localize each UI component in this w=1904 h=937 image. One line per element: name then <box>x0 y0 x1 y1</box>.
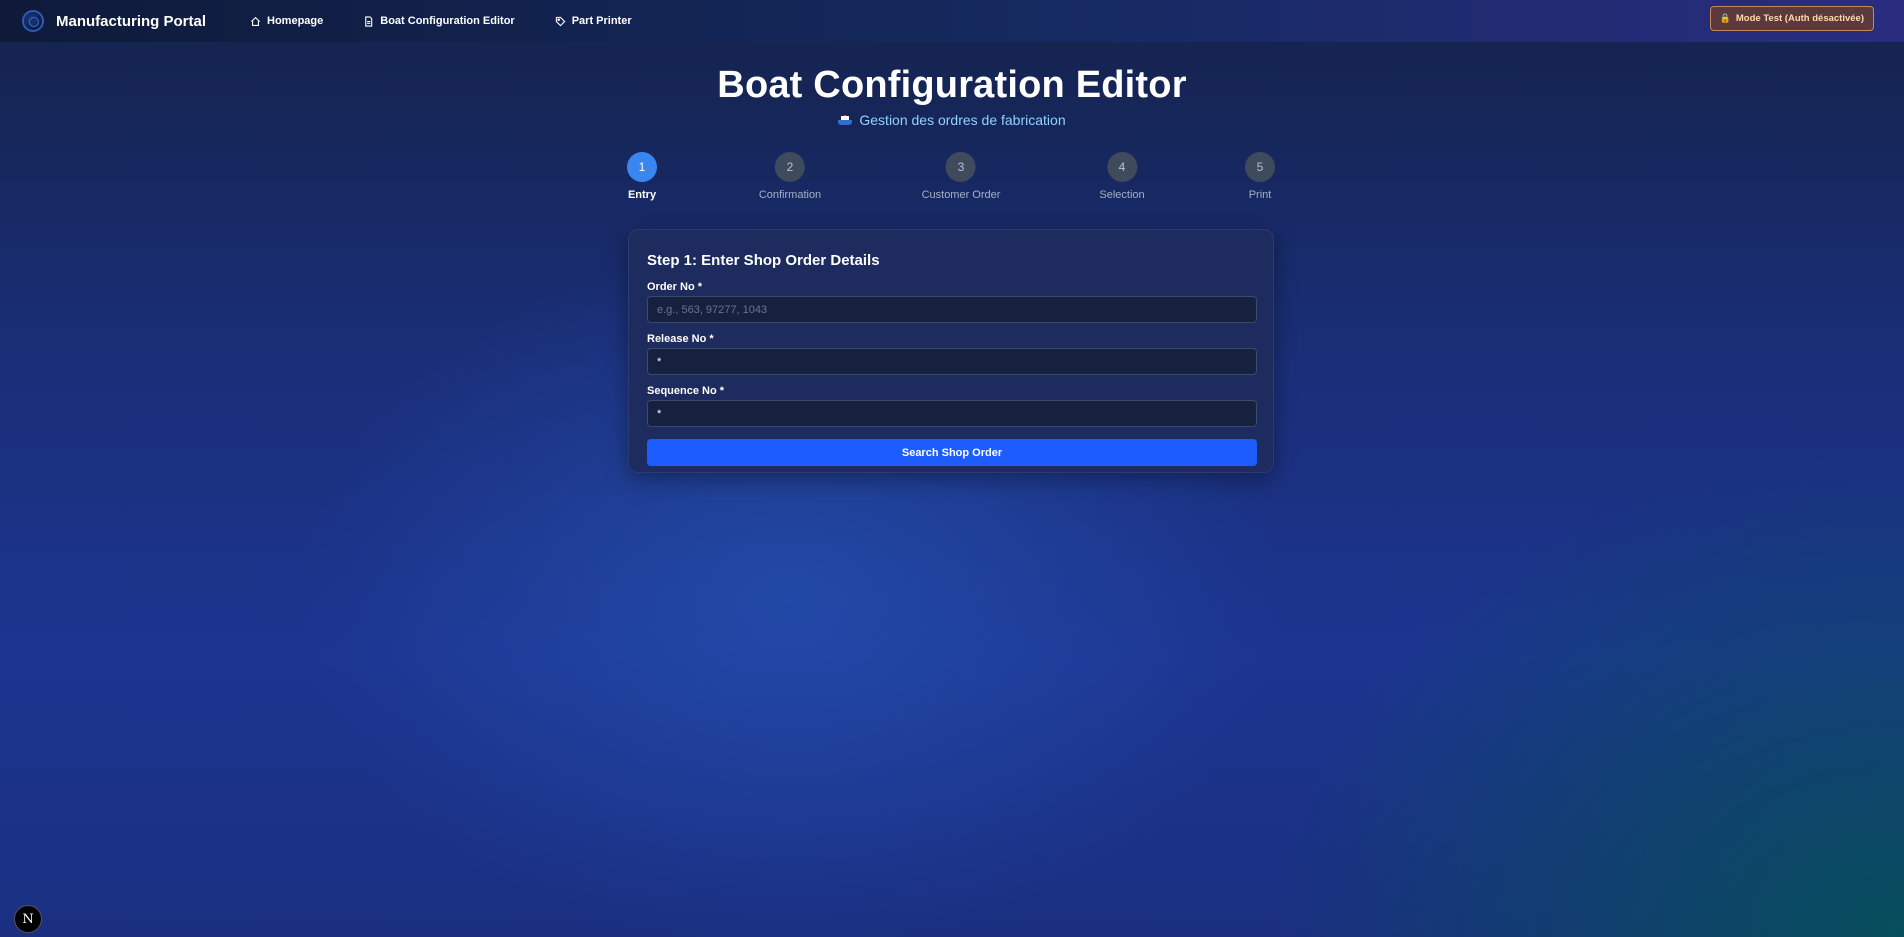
step-number: 3 <box>945 152 976 182</box>
nav-link-boat-config[interactable]: Boat Configuration Editor <box>363 15 515 27</box>
nextjs-dev-badge[interactable]: N <box>14 905 42 933</box>
sequence-no-label: Sequence No * <box>647 385 725 397</box>
brand[interactable]: Manufacturing Portal <box>22 10 206 32</box>
step-label: Confirmation <box>758 189 822 201</box>
step-label: Print <box>1248 189 1272 201</box>
search-shop-order-button[interactable]: Search Shop Order <box>647 439 1257 466</box>
page-subtitle: Gestion des ordres de fabrication <box>0 112 1904 128</box>
logo-icon <box>22 10 44 32</box>
mode-test-label: Mode Test (Auth désactivée) <box>1735 13 1864 24</box>
step-confirmation[interactable]: 2 Confirmation <box>759 152 821 201</box>
step-customer-order[interactable]: 3 Customer Order <box>921 152 1001 201</box>
release-no-label: Release No * <box>647 333 714 345</box>
lock-icon: 🔒 <box>1719 13 1731 23</box>
nav-link-label: Boat Configuration Editor <box>380 15 515 27</box>
ship-icon <box>838 115 853 125</box>
subtitle-text: Gestion des ordres de fabrication <box>859 112 1066 128</box>
nav-link-label: Homepage <box>267 15 324 27</box>
stepper: 1 Entry 2 Confirmation 3 Customer Order … <box>627 152 1275 202</box>
step-label: Entry <box>627 189 657 201</box>
step-label: Customer Order <box>921 189 1001 201</box>
form-title: Step 1: Enter Shop Order Details <box>647 252 880 269</box>
nav-link-label: Part Printer <box>571 15 632 27</box>
step-label: Selection <box>1099 189 1145 201</box>
release-no-input[interactable] <box>647 348 1257 375</box>
shop-order-form-card: Step 1: Enter Shop Order Details Order N… <box>628 229 1274 473</box>
step-number: 5 <box>1245 152 1275 182</box>
brand-name: Manufacturing Portal <box>56 12 207 30</box>
step-number: 2 <box>774 152 805 182</box>
step-number: 4 <box>1106 152 1137 182</box>
step-selection[interactable]: 4 Selection <box>1099 152 1145 201</box>
sequence-no-input[interactable] <box>647 400 1257 427</box>
step-print[interactable]: 5 Print <box>1245 152 1275 201</box>
order-no-label: Order No * <box>647 281 703 293</box>
mode-test-badge[interactable]: 🔒 Mode Test (Auth désactivée) <box>1709 6 1874 31</box>
step-number: 1 <box>627 152 657 182</box>
step-entry[interactable]: 1 Entry <box>627 152 657 201</box>
nav-links: Homepage Boat Configuration Editor Part … <box>250 15 672 27</box>
page-title: Boat Configuration Editor <box>717 64 1187 106</box>
top-navbar: Manufacturing Portal Homepage Boat Confi… <box>0 0 1904 42</box>
order-no-input[interactable] <box>647 296 1257 323</box>
tag-icon <box>555 16 566 26</box>
home-icon <box>251 16 261 26</box>
document-icon <box>365 15 373 27</box>
nav-link-homepage[interactable]: Homepage <box>250 15 323 27</box>
nav-link-part-printer[interactable]: Part Printer <box>555 15 632 27</box>
